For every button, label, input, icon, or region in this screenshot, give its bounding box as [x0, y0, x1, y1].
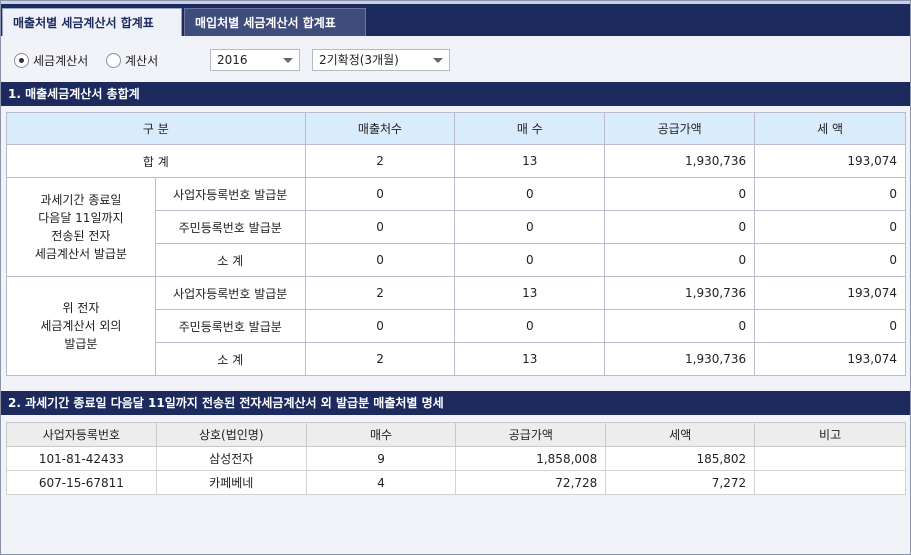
total-row: 합 계 2 13 1,930,736 193,074 — [6, 144, 906, 178]
radio-invoice-label: 계산서 — [125, 54, 159, 68]
cell-count: 4 — [305, 470, 457, 495]
row-tax: 0 — [754, 177, 906, 211]
row-label: 소 계 — [154, 342, 306, 376]
row-tax: 0 — [754, 309, 906, 343]
row-count: 13 — [454, 342, 606, 376]
section2-title: 2. 과세기간 종료일 다음달 11일까지 전송된 전자세금계산서 외 발급분 … — [0, 391, 911, 415]
row-vendors: 0 — [304, 243, 456, 277]
row-supply: 0 — [604, 309, 756, 343]
row-tax: 193,074 — [754, 276, 906, 310]
chevron-down-icon — [433, 58, 443, 63]
header-tax: 세액 — [605, 422, 756, 447]
header-supply: 공급가액 — [604, 112, 756, 145]
total-supply: 1,930,736 — [604, 144, 756, 178]
radio-tax-invoice-label: 세금계산서 — [33, 54, 89, 68]
header-regno: 사업자등록번호 — [6, 422, 157, 447]
tab-sales-summary[interactable]: 매출처별 세금계산서 합계표 — [2, 8, 182, 36]
cell-note — [754, 470, 906, 495]
row-label: 사업자등록번호 발급분 — [154, 177, 306, 211]
total-count: 13 — [454, 144, 606, 178]
cell-tax: 7,272 — [605, 470, 756, 495]
cell-count: 9 — [305, 446, 457, 471]
row-tax: 0 — [754, 210, 906, 244]
chevron-down-icon — [283, 58, 293, 63]
row-count: 0 — [454, 210, 606, 244]
total-tax: 193,074 — [754, 144, 906, 178]
group1-row1: 과세기간 종료일 다음달 11일까지 전송된 전자 세금계산서 발급분 사업자등… — [6, 177, 906, 277]
cell-name: 카페베네 — [155, 470, 307, 495]
row-tax: 0 — [754, 243, 906, 277]
tab-bar: 매출처별 세금계산서 합계표 매입처별 세금계산서 합계표 — [0, 0, 911, 36]
cell-tax: 185,802 — [605, 446, 756, 471]
row-vendors: 0 — [304, 210, 456, 244]
header-note: 비고 — [754, 422, 906, 447]
tab-underline — [0, 36, 911, 39]
cell-regno: 607-15-67811 — [6, 470, 157, 495]
row-count: 0 — [454, 177, 606, 211]
header-count: 매 수 — [454, 112, 606, 145]
cell-regno: 101-81-42433 — [6, 446, 157, 471]
header-tax: 세 액 — [754, 112, 906, 145]
cell-name: 삼성전자 — [155, 446, 307, 471]
period-select-value: 2기확정(3개월) — [319, 53, 399, 67]
summary-header-row: 구 분 매출처수 매 수 공급가액 세 액 — [6, 112, 906, 145]
radio-checked-icon — [14, 53, 29, 68]
total-label: 합 계 — [6, 144, 306, 178]
detail-header-row: 사업자등록번호 상호(법인명) 매수 공급가액 세액 비고 — [6, 422, 906, 447]
row-supply: 0 — [604, 243, 756, 277]
group1-label: 과세기간 종료일 다음달 11일까지 전송된 전자 세금계산서 발급분 — [6, 177, 156, 277]
year-select[interactable]: 2016 — [210, 49, 300, 71]
row-tax: 193,074 — [754, 342, 906, 376]
row-count: 0 — [454, 243, 606, 277]
header-count: 매수 — [305, 422, 457, 447]
tab-purchase-summary[interactable]: 매입처별 세금계산서 합계표 — [184, 8, 366, 36]
year-select-value: 2016 — [217, 53, 248, 67]
row-vendors: 2 — [304, 276, 456, 310]
section1-title: 1. 매출세금계산서 총합계 — [0, 82, 911, 106]
header-supply: 공급가액 — [455, 422, 607, 447]
row-label: 주민등록번호 발급분 — [154, 210, 306, 244]
row-vendors: 0 — [304, 309, 456, 343]
cell-supply: 1,858,008 — [455, 446, 607, 471]
row-vendors: 2 — [304, 342, 456, 376]
group2-label-text: 위 전자 세금계산서 외의 발급분 — [40, 301, 122, 351]
table-row[interactable]: 101-81-42433 삼성전자 9 1,858,008 185,802 — [6, 446, 906, 471]
period-select[interactable]: 2기확정(3개월) — [312, 49, 450, 71]
row-supply: 0 — [604, 210, 756, 244]
row-supply: 1,930,736 — [604, 276, 756, 310]
filter-bar: 세금계산서 계산서 2016 2기확정(3개월) — [14, 49, 894, 71]
row-label: 소 계 — [154, 243, 306, 277]
group2-label: 위 전자 세금계산서 외의 발급분 — [6, 276, 156, 376]
table-row[interactable]: 607-15-67811 카페베네 4 72,728 7,272 — [6, 470, 906, 495]
header-name: 상호(법인명) — [155, 422, 307, 447]
row-supply: 1,930,736 — [604, 342, 756, 376]
header-category: 구 분 — [6, 112, 306, 145]
cell-note — [754, 446, 906, 471]
summary-table: 구 분 매출처수 매 수 공급가액 세 액 합 계 2 13 1,930,736… — [6, 112, 906, 376]
radio-tax-invoice[interactable]: 세금계산서 — [14, 52, 88, 69]
row-vendors: 0 — [304, 177, 456, 211]
group2-row1: 위 전자 세금계산서 외의 발급분 사업자등록번호 발급분 2 13 1,930… — [6, 276, 906, 376]
radio-unchecked-icon — [106, 53, 121, 68]
total-vendors: 2 — [304, 144, 456, 178]
radio-invoice[interactable]: 계산서 — [106, 52, 158, 69]
group1-label-text: 과세기간 종료일 다음달 11일까지 전송된 전자 세금계산서 발급분 — [34, 193, 127, 261]
detail-table: 사업자등록번호 상호(법인명) 매수 공급가액 세액 비고 101-81-424… — [6, 422, 906, 495]
row-count: 0 — [454, 309, 606, 343]
header-vendors: 매출처수 — [304, 112, 456, 145]
cell-supply: 72,728 — [455, 470, 607, 495]
row-label: 주민등록번호 발급분 — [154, 309, 306, 343]
row-count: 13 — [454, 276, 606, 310]
row-supply: 0 — [604, 177, 756, 211]
row-label: 사업자등록번호 발급분 — [154, 276, 306, 310]
